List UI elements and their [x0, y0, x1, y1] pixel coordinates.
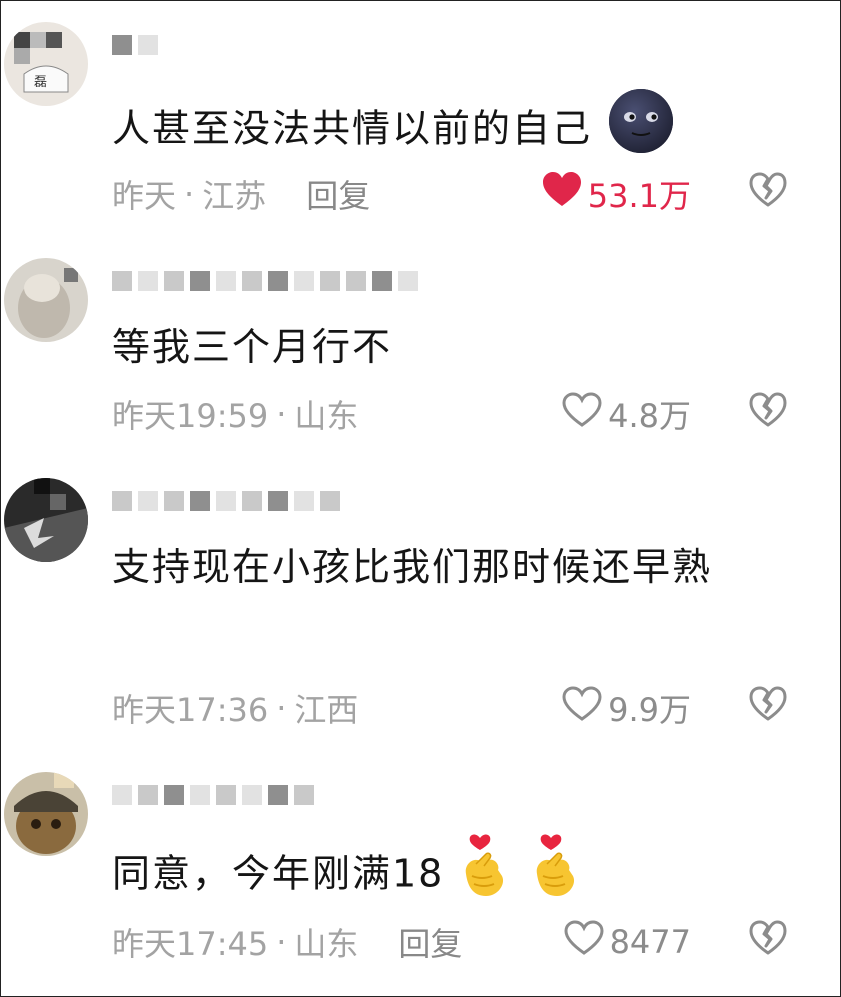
heart-outline-icon — [562, 392, 602, 436]
comment-location: 山东 — [294, 925, 359, 963]
heart-outline-icon — [564, 920, 604, 964]
comment-location: 江西 — [294, 691, 359, 729]
heart-filled-icon — [542, 172, 582, 216]
broken-heart-icon[interactable] — [749, 172, 787, 216]
like-button[interactable]: 4.8万 — [562, 391, 691, 437]
reply-button[interactable]: 回复 — [398, 919, 462, 965]
like-count: 9.9万 — [608, 691, 691, 729]
like-count: 53.1万 — [587, 177, 691, 215]
reply-button[interactable]: 回复 — [306, 171, 370, 217]
broken-heart-icon[interactable] — [749, 686, 787, 730]
username[interactable] — [112, 32, 158, 58]
meta-separator: · — [276, 923, 287, 961]
avatar[interactable]: 磊 — [4, 22, 88, 106]
username[interactable] — [112, 268, 418, 294]
svg-text:磊: 磊 — [34, 75, 47, 90]
like-button[interactable]: 9.9万 — [562, 685, 691, 731]
comment-text: 同意，今年刚满18 — [112, 830, 812, 922]
comment-meta: 昨天17:45 · 山东 回复 8477 — [112, 920, 821, 964]
username[interactable] — [112, 488, 340, 514]
like-button[interactable]: 53.1万 — [542, 171, 691, 217]
comment-time: 昨天19:59 — [112, 397, 269, 435]
finger-heart-icon — [529, 830, 585, 922]
meta-separator: · — [276, 395, 287, 433]
finger-heart-icon — [458, 830, 514, 922]
avatar[interactable] — [4, 772, 88, 856]
like-count: 8477 — [609, 923, 691, 961]
comment-location: 江苏 — [202, 177, 267, 215]
comment-meta: 昨天17:36 · 江西 9.9万 — [112, 686, 821, 730]
comment-text: 支持现在小孩比我们那时候还早熟 — [112, 545, 713, 589]
comment-time: 昨天 — [112, 177, 177, 215]
comment-text: 等我三个月行不 — [112, 325, 393, 369]
avatar[interactable] — [4, 478, 88, 562]
comment-meta: 昨天19:59 · 山东 4.8万 — [112, 392, 821, 436]
broken-heart-icon[interactable] — [749, 920, 787, 964]
meta-separator: · — [184, 175, 195, 213]
avatar[interactable] — [4, 258, 88, 342]
username[interactable] — [112, 782, 314, 808]
comment-location: 山东 — [294, 397, 359, 435]
meta-separator: · — [276, 689, 287, 727]
comment-time: 昨天17:36 — [112, 691, 269, 729]
new-moon-face-icon — [606, 86, 676, 176]
like-count: 4.8万 — [608, 397, 691, 435]
heart-outline-icon — [562, 686, 602, 730]
comment-text: 人甚至没法共情以前的自己 — [112, 86, 812, 176]
broken-heart-icon[interactable] — [749, 392, 787, 436]
like-button[interactable]: 8477 — [564, 920, 691, 964]
comment-meta: 昨天 · 江苏 回复 53.1万 — [112, 172, 821, 216]
comment-time: 昨天17:45 — [112, 925, 269, 963]
